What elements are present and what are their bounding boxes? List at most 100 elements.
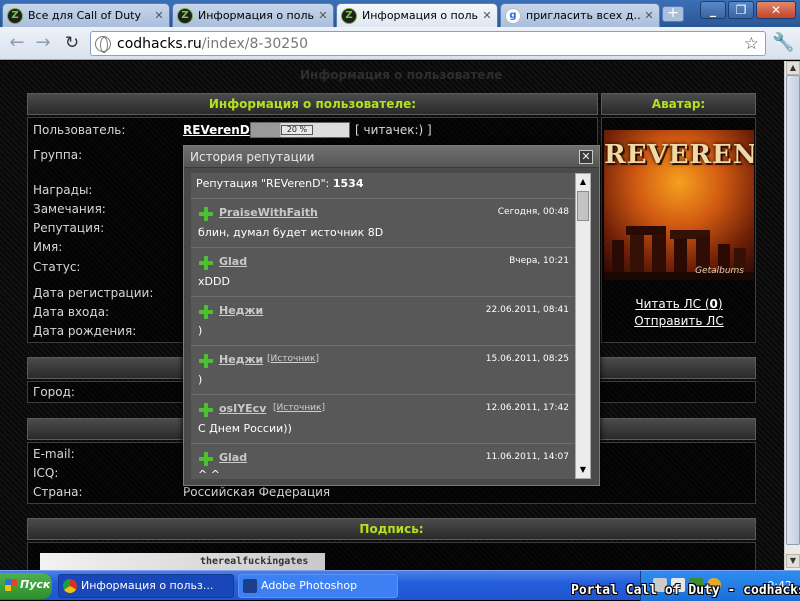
plus-icon — [199, 452, 213, 466]
country-value: Российская Федерация — [183, 485, 331, 499]
windows-flag-icon — [5, 579, 17, 591]
entry-user-link[interactable]: Неджи — [219, 304, 263, 317]
entry-date: Сегодня, 00:48 — [497, 207, 569, 217]
reputation-history-dialog: История репутации ✕ Репутация "REVerenD"… — [183, 145, 600, 486]
label-email: E-mail: — [33, 447, 75, 461]
entry-user-link[interactable]: Glad — [219, 451, 247, 464]
entry-text: блин, думал будет источник 8D — [198, 226, 384, 239]
label-reputation: Репутация: — [33, 221, 105, 235]
bookmark-star-icon[interactable]: ☆ — [744, 34, 759, 54]
plus-icon — [199, 207, 213, 221]
tab-3[interactable]: Z Информация о польз… ✕ — [336, 3, 498, 27]
entry-user-link[interactable]: Неджи — [219, 353, 263, 366]
tab-title: пригласить всех д… — [526, 9, 640, 22]
close-icon[interactable]: ✕ — [643, 9, 655, 22]
tab-2[interactable]: Z Информация о польз… ✕ — [172, 3, 334, 27]
scroll-thumb[interactable] — [786, 75, 800, 545]
entry-date: Вчера, 10:21 — [509, 256, 569, 266]
dialog-scrollbar[interactable]: ▲ ▼ — [575, 173, 591, 479]
avatar-header: Аватар: — [601, 93, 756, 115]
reputation-total-label: Репутация "REVerenD": — [196, 177, 330, 190]
label-group: Группа: — [33, 148, 83, 162]
entry-text: ) — [198, 324, 203, 337]
tab-title: Все для Call of Duty — [28, 9, 142, 22]
start-button[interactable]: Пуск — [0, 573, 52, 599]
taskbar-item-chrome[interactable]: Информация о польз... — [58, 574, 234, 598]
taskbar-item-photoshop[interactable]: Adobe Photoshop — [238, 574, 398, 598]
entry-date: 15.06.2011, 08:25 — [485, 354, 569, 364]
tab-1[interactable]: Z Все для Call of Duty ✕ — [2, 3, 170, 27]
photoshop-icon — [243, 579, 257, 593]
dialog-title: История репутации — [184, 146, 599, 168]
start-label: Пуск — [20, 578, 51, 591]
entry-date: 12.06.2011, 17:42 — [485, 403, 569, 413]
reputation-bar-label: 20 % — [281, 125, 313, 135]
list-item: Glad 11.06.2011, 14:07 ^ ^ — [191, 443, 575, 479]
entry-user-link[interactable]: PraiseWithFaith — [219, 206, 318, 219]
entry-date: 11.06.2011, 14:07 — [485, 452, 569, 462]
close-window-button[interactable]: ✕ — [756, 1, 796, 19]
label-city: Город: — [33, 385, 75, 399]
minimize-button[interactable]: _ — [700, 1, 726, 19]
close-icon[interactable]: ✕ — [317, 9, 329, 22]
send-pm-link[interactable]: Отправить ЛС — [604, 314, 754, 328]
scroll-down-arrow-icon[interactable]: ▼ — [577, 464, 589, 476]
signature-header: Подпись: — [27, 518, 756, 540]
label-login-date: Дата входа: — [33, 305, 110, 319]
codhacks-icon: Z — [7, 7, 23, 24]
read-pm-label: Читать ЛС — [635, 297, 702, 311]
label-user: Пользователь: — [33, 123, 126, 137]
entry-text: ^ ^ — [198, 468, 220, 479]
entry-user-link[interactable]: Glad — [219, 255, 247, 268]
label-awards: Награды: — [33, 183, 93, 197]
watermark: Portal Call of Duty - codhacks.ru — [571, 583, 800, 598]
plus-icon — [199, 354, 213, 368]
maximize-button[interactable]: ❐ — [728, 1, 754, 19]
read-pm-link[interactable]: Читать ЛС (0) — [604, 297, 754, 311]
task-label: Adobe Photoshop — [261, 579, 358, 592]
page-ghost-title: Информация о пользователе — [300, 68, 503, 82]
tab-title: Информация о польз… — [198, 9, 314, 22]
reputation-total-value: 1534 — [332, 177, 364, 190]
info-header: Информация о пользователе: — [27, 93, 598, 115]
list-item: osIYEcv [Источник] 12.06.2011, 17:42 С Д… — [191, 394, 575, 442]
label-country: Страна: — [33, 485, 83, 499]
label-icq: ICQ: — [33, 466, 59, 480]
label-name: Имя: — [33, 240, 63, 254]
entry-text: xDDD — [198, 275, 230, 288]
close-icon[interactable]: ✕ — [579, 150, 593, 164]
url-host: codhacks.ru — [117, 35, 202, 52]
scroll-thumb[interactable] — [577, 191, 589, 221]
close-icon[interactable]: ✕ — [153, 9, 165, 22]
reputation-bar: 20 % — [250, 122, 350, 138]
wrench-icon[interactable]: 🔧 — [772, 32, 794, 53]
label-birth-date: Дата рождения: — [33, 324, 137, 338]
close-icon[interactable]: ✕ — [481, 9, 493, 22]
url-path: /index/8-30250 — [201, 35, 309, 52]
list-item: Glad Вчера, 10:21 xDDD — [191, 247, 575, 295]
task-label: Информация о польз... — [81, 579, 214, 592]
read-pm-count: 0 — [709, 297, 718, 311]
new-tab-button[interactable]: + — [662, 6, 684, 22]
entry-source-label: Источник — [276, 403, 322, 413]
entry-user-link[interactable]: osIYEcv — [219, 402, 266, 415]
forward-button[interactable]: → — [32, 33, 54, 55]
entry-source-label: Источник — [270, 354, 316, 364]
back-button[interactable]: ← — [6, 33, 28, 55]
scroll-up-arrow-icon[interactable]: ▲ — [577, 176, 589, 188]
username-link[interactable]: REVerenD — [183, 123, 250, 137]
page-scrollbar[interactable]: ▲ ▼ — [784, 61, 800, 570]
avatar-credit: Getalbums — [695, 266, 744, 276]
entry-text: С Днем России)) — [198, 422, 292, 435]
entry-source-link[interactable]: [Источник] — [267, 354, 319, 364]
label-status: Статус: — [33, 260, 81, 274]
tab-4[interactable]: g пригласить всех д… ✕ — [500, 3, 660, 27]
reputation-total: Репутация "REVerenD": 1534 — [196, 177, 363, 190]
scroll-down-arrow-icon[interactable]: ▼ — [786, 554, 800, 568]
entry-source-link[interactable]: [Источник] — [273, 403, 325, 413]
address-bar[interactable]: codhacks.ru/index/8-30250 ☆ — [90, 31, 766, 56]
reload-button[interactable]: ↻ — [61, 33, 83, 55]
tab-title: Информация о польз… — [362, 9, 478, 22]
scroll-up-arrow-icon[interactable]: ▲ — [786, 61, 800, 75]
plus-icon — [199, 403, 213, 417]
